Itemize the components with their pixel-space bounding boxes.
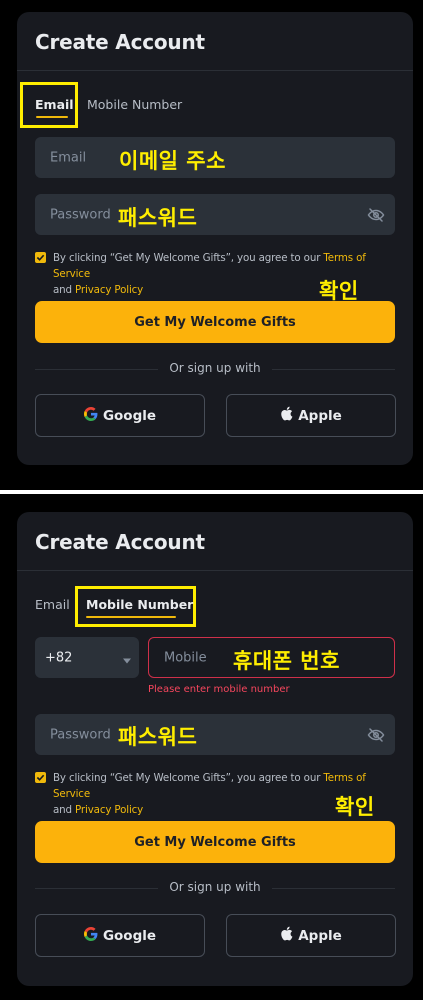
google-signup-button[interactable]: Google: [35, 394, 205, 437]
tab-mobile-number[interactable]: Mobile Number: [87, 97, 182, 112]
caret-down-icon: [123, 653, 131, 668]
or-line-right: [272, 888, 395, 889]
apple-signup-button[interactable]: Apple: [226, 394, 396, 437]
or-divider: Or sign up with: [35, 361, 395, 377]
tab-mobile-number[interactable]: Mobile Number: [86, 597, 193, 612]
password-field[interactable]: Password: [35, 194, 395, 235]
eye-hidden-icon[interactable]: [367, 206, 385, 224]
google-label: Google: [102, 927, 157, 944]
country-code-select[interactable]: +82: [35, 637, 139, 678]
signup-card-email: Create Account Email Mobile Number Email…: [17, 12, 413, 465]
signup-card-mobile: Create Account Email Mobile Number +82 M…: [17, 512, 413, 986]
google-icon: [83, 406, 98, 425]
google-signup-button[interactable]: Google: [35, 914, 205, 957]
apple-signup-button[interactable]: Apple: [226, 914, 396, 957]
google-label: Google: [102, 407, 157, 424]
password-placeholder: Password: [50, 207, 111, 222]
header-divider: [17, 70, 413, 71]
tab-mobile-underline: [86, 616, 176, 618]
or-line-right: [272, 369, 395, 370]
tab-email[interactable]: Email: [35, 597, 70, 612]
eye-hidden-icon[interactable]: [367, 726, 385, 744]
get-welcome-gifts-button[interactable]: Get My Welcome Gifts: [35, 301, 395, 343]
page-title: Create Account: [35, 30, 205, 54]
annotation-password: 패스워드: [118, 206, 198, 230]
apple-icon: [280, 406, 293, 425]
terms-and: and: [53, 284, 76, 296]
terms-checkbox[interactable]: [35, 252, 46, 263]
mobile-placeholder: Mobile: [164, 650, 207, 665]
terms-prefix: By clicking “Get My Welcome Gifts”, you …: [53, 252, 324, 264]
password-placeholder: Password: [50, 727, 111, 742]
apple-icon: [280, 926, 293, 945]
country-code-value: +82: [45, 650, 73, 665]
or-divider: Or sign up with: [35, 880, 395, 896]
annotation-password: 패스워드: [118, 725, 198, 749]
apple-label: Apple: [298, 407, 342, 424]
email-placeholder: Email: [50, 150, 87, 165]
annotation-email: 이메일 주소: [119, 149, 226, 173]
annotation-confirm: 확인: [335, 795, 375, 819]
or-text: Or sign up with: [169, 880, 261, 894]
tab-email[interactable]: Email: [35, 97, 74, 112]
or-text: Or sign up with: [169, 361, 261, 375]
privacy-policy-link[interactable]: Privacy Policy: [75, 284, 143, 296]
annotation-mobile: 휴대폰 번호: [233, 649, 340, 673]
get-welcome-gifts-button[interactable]: Get My Welcome Gifts: [35, 821, 395, 863]
mobile-error-message: Please enter mobile number: [148, 684, 290, 695]
header-divider: [17, 570, 413, 571]
tab-email-underline: [36, 116, 68, 118]
image-separator: [0, 490, 423, 494]
terms-prefix: By clicking “Get My Welcome Gifts”, you …: [53, 772, 324, 784]
terms-checkbox[interactable]: [35, 772, 46, 783]
privacy-policy-link[interactable]: Privacy Policy: [75, 804, 143, 816]
google-icon: [83, 926, 98, 945]
page-title: Create Account: [35, 530, 205, 554]
apple-label: Apple: [298, 927, 342, 944]
terms-and: and: [53, 804, 76, 816]
password-field[interactable]: Password: [35, 714, 395, 755]
